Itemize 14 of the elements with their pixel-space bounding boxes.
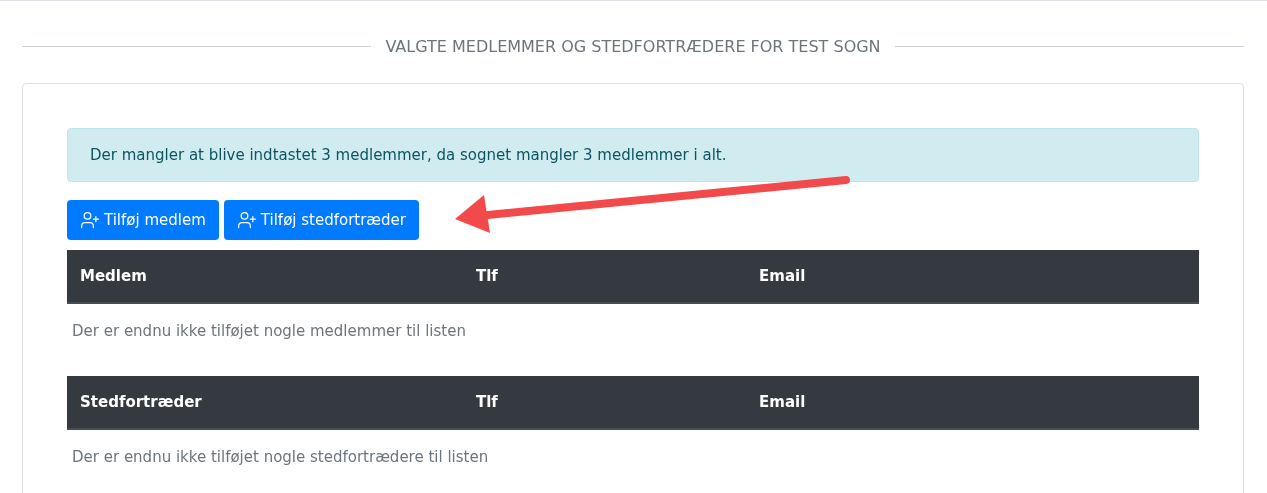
add-button[interactable]: Tilføj medlem [67, 200, 219, 240]
column-header: Email [758, 393, 807, 411]
section-title: VALGTE MEDLEMMER OG STEDFORTRÆDERE FOR TEST SOGN [385, 36, 881, 56]
column-header: Email [758, 267, 807, 285]
user-plus-icon [80, 210, 100, 230]
empty-message: Der er endnu ikke tilføjet nogle medlemmer til listen [72, 322, 466, 340]
column-header: Tlf [475, 393, 499, 411]
info-alert: Der mangler at blive indtastet 3 medlemmer, da sognet mangler 3 medlemmer i alt. [67, 128, 1199, 182]
empty-message: Der er endnu ikke tilføjet nogle stedfortrædere til listen [72, 448, 489, 466]
user-plus-icon [236, 210, 257, 230]
column-header: Medlem [79, 267, 148, 285]
add-button[interactable]: Tilføj stedfortræder [223, 200, 419, 240]
column-header: Tlf [475, 267, 499, 285]
column-header: Stedfortræder [79, 393, 203, 411]
